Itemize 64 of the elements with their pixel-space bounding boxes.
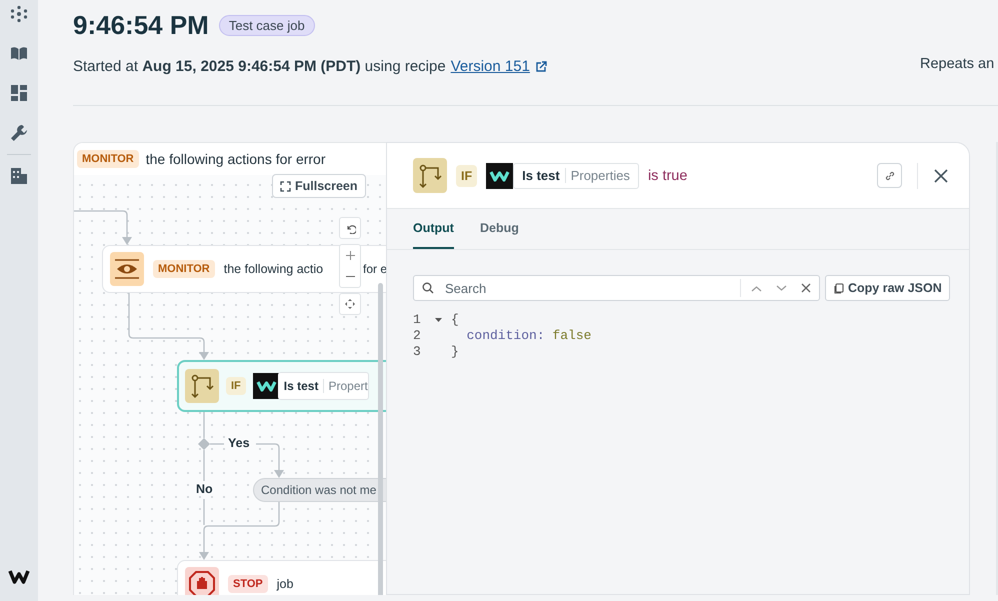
next-icon[interactable] — [776, 284, 787, 292]
search-input[interactable]: Search — [443, 280, 731, 296]
step-text: the following actio — [224, 262, 324, 276]
scrollbar[interactable] — [378, 283, 383, 595]
condition-text: is true — [648, 168, 688, 184]
panel-tab[interactable]: Output — [413, 209, 454, 249]
code-key: condition: — [451, 328, 545, 344]
book-icon[interactable] — [10, 45, 28, 62]
search-field[interactable]: Search — [413, 275, 820, 301]
step-label: Is test — [282, 379, 320, 393]
line-number: 2 — [413, 328, 422, 344]
step-badge: STOP — [228, 575, 268, 593]
version-link[interactable]: Version 151 — [450, 58, 530, 75]
step-badge: IF — [226, 377, 246, 395]
connector-arrow — [74, 210, 132, 245]
job-title: 9:46:54 PM — [73, 10, 209, 41]
start-info: Started at Aug 15, 2025 9:46:54 PM (PDT) using recipe — [73, 58, 446, 75]
copy-icon — [833, 282, 844, 294]
header-text: the following actions for error — [146, 151, 326, 167]
no-label: No — [194, 482, 215, 496]
line-number: 3 — [413, 344, 422, 360]
job-badge: Test case job — [218, 15, 315, 36]
fullscreen-button[interactable]: Fullscreen — [272, 174, 366, 198]
step-node[interactable]: IF Is test Propert — [177, 360, 386, 412]
step-text: job — [276, 577, 294, 591]
connector-line — [203, 412, 205, 438]
step-label: Is test — [521, 168, 561, 183]
fullscreen-icon — [280, 180, 291, 192]
previous-icon[interactable] — [751, 284, 762, 292]
copy-link-button[interactable] — [877, 163, 902, 188]
step-field: Properties — [564, 168, 638, 183]
zoom-in-icon[interactable] — [344, 250, 356, 261]
panel-tab[interactable]: Debug — [480, 209, 519, 249]
step-field: Propert — [323, 379, 368, 393]
step-badge: IF — [456, 164, 478, 186]
yes-label: Yes — [226, 436, 252, 450]
fit-view-icon[interactable] — [344, 298, 356, 310]
clear-icon[interactable] — [801, 283, 811, 293]
reset-icon[interactable] — [344, 222, 356, 234]
logo-icon — [252, 373, 280, 399]
line-number: 1 — [413, 312, 422, 328]
external-link-icon[interactable] — [534, 60, 547, 72]
monitor-badge: MONITOR — [77, 150, 139, 168]
repeat-info: Repeats an — [920, 56, 994, 72]
skipped-branch: Condition was not me — [253, 478, 386, 502]
wrench-icon[interactable] — [10, 124, 28, 142]
collapse-caret-icon[interactable] — [434, 316, 443, 324]
hand-icon — [187, 569, 217, 595]
logo-icon — [486, 162, 514, 188]
code-text: { — [451, 312, 459, 328]
connector-line — [210, 443, 224, 445]
link-icon — [884, 170, 896, 182]
copy-json-button[interactable]: Copy raw JSON — [825, 275, 950, 301]
building-icon[interactable] — [10, 167, 28, 185]
step-badge: MONITOR — [153, 260, 215, 278]
branch-diamond — [198, 438, 210, 450]
step-node[interactable]: STOP job — [177, 560, 386, 595]
code-text: } — [451, 344, 459, 360]
cluster-icon[interactable] — [10, 5, 28, 23]
search-icon — [422, 282, 434, 294]
dashboard-icon[interactable] — [10, 84, 28, 102]
code-value: false — [551, 328, 592, 344]
close-icon[interactable] — [933, 168, 949, 184]
connector-arrow — [256, 443, 284, 478]
